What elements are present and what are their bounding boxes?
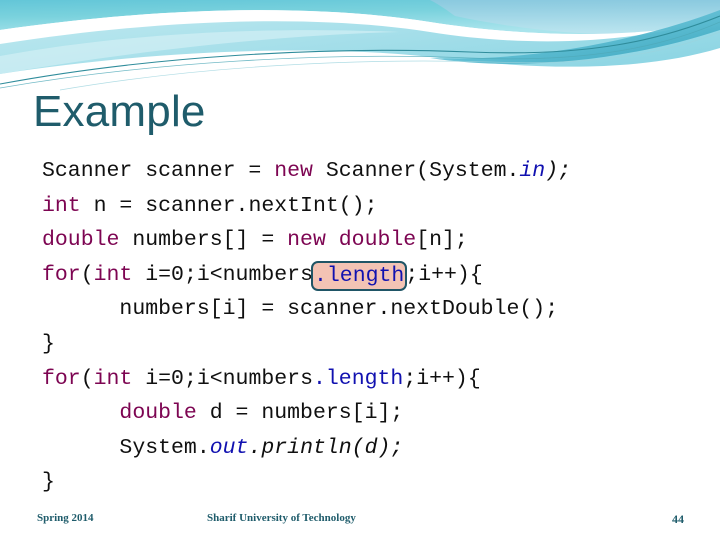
code-block: Scanner scanner = new Scanner(System.in)… — [42, 154, 682, 500]
page-number: 44 — [672, 512, 684, 526]
code-token: for — [42, 262, 81, 287]
code-token: n = scanner.nextInt(); — [80, 193, 378, 218]
code-token: numbers[] = — [119, 228, 288, 253]
code-token: numbers[i] = scanner.nextDouble(); — [119, 297, 559, 322]
footer-institution: Sharif University of Technology — [207, 512, 356, 524]
code-token: int — [42, 193, 81, 218]
code-token: Scanner(System. — [312, 159, 520, 183]
code-token: .println(d); — [248, 435, 404, 460]
code-token: ( — [80, 366, 94, 391]
code-token: new — [274, 159, 313, 183]
code-token: i=0;i<numbers — [132, 262, 313, 287]
code-token: System. — [119, 435, 210, 460]
code-token: Scanner scanner = — [42, 159, 275, 183]
code-token: d = numbers[i]; — [196, 401, 404, 426]
code-line: double numbers[] = new double[n]; — [42, 223, 682, 258]
code-line: int n = scanner.nextInt(); — [42, 189, 682, 224]
code-token: int — [93, 366, 133, 391]
page-title: Example — [33, 87, 206, 136]
header-wave-decoration — [0, 0, 720, 91]
code-highlight-box: .length — [310, 260, 408, 291]
code-token: } — [42, 470, 55, 495]
code-token: i=0;i<numbers — [132, 366, 313, 391]
code-token: ); — [545, 159, 572, 183]
code-token: new double — [287, 228, 417, 253]
code-line: for(int i=0;i<numbers.length;i++){ — [42, 362, 682, 397]
code-token: ( — [80, 262, 94, 287]
code-token: [n]; — [416, 228, 468, 253]
code-token: ;i++){ — [403, 366, 481, 391]
code-token: .length — [312, 366, 404, 391]
slide: Example Scanner scanner = new Scanner(Sy… — [0, 0, 720, 540]
code-token: out — [209, 435, 249, 460]
code-line: System.out.println(d); — [42, 431, 682, 466]
code-token: double — [119, 401, 197, 426]
code-line: double d = numbers[i]; — [42, 396, 682, 431]
code-line: } — [42, 327, 682, 362]
code-token: ;i++){ — [405, 262, 483, 287]
code-token: in — [519, 159, 546, 183]
code-token: int — [93, 262, 133, 287]
code-token: } — [42, 331, 55, 356]
footer-term: Spring 2014 — [37, 512, 94, 524]
code-token-highlighted: .length — [313, 263, 405, 288]
code-line: Scanner scanner = new Scanner(System.in)… — [42, 154, 682, 189]
code-line: } — [42, 465, 682, 500]
code-token: for — [42, 366, 81, 391]
code-token: double — [42, 228, 120, 253]
code-line: numbers[i] = scanner.nextDouble(); — [42, 292, 682, 327]
code-line: for(int i=0;i<numbers.length;i++){ — [42, 258, 682, 293]
